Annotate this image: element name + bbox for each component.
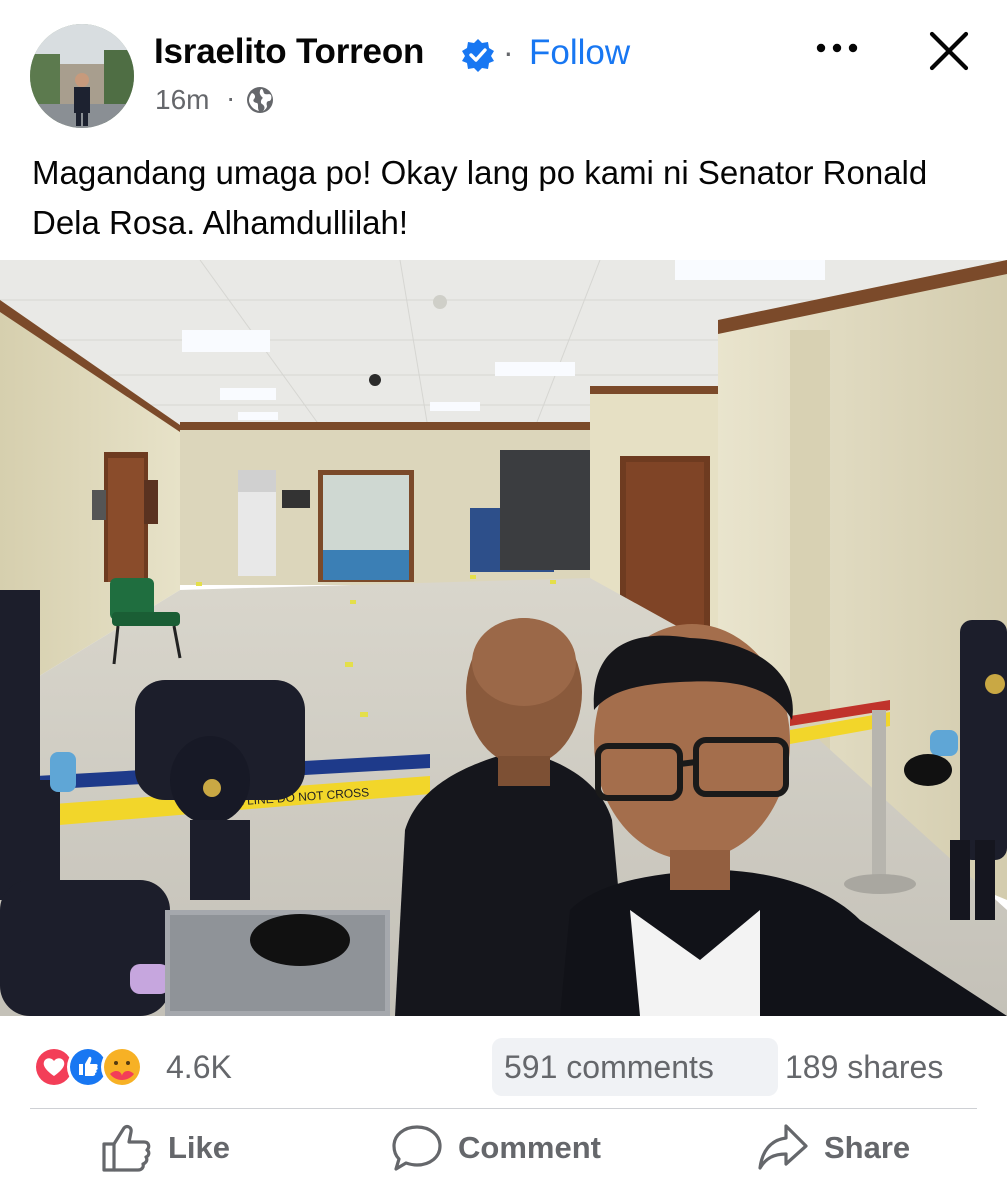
- post-header: Israelito Torreon · Follow 16m ·: [0, 0, 1007, 140]
- post-caption: Magandang umaga po! Okay lang po kami ni…: [32, 154, 928, 241]
- like-icon: [102, 1125, 151, 1172]
- comment-icon: [392, 1125, 442, 1171]
- author-name[interactable]: Israelito Torreon: [154, 32, 424, 72]
- shares-count[interactable]: 189 shares: [785, 1049, 943, 1086]
- share-label: Share: [824, 1130, 911, 1165]
- share-icon: [758, 1124, 808, 1170]
- share-button[interactable]: Share: [756, 1118, 936, 1178]
- post-photo[interactable]: POLICE LINE DO NOT CROSS: [0, 260, 1007, 1016]
- stats-divider: [30, 1108, 977, 1109]
- comments-count[interactable]: 591 comments: [504, 1049, 714, 1086]
- globe-icon: [247, 87, 273, 113]
- follow-button[interactable]: Follow: [529, 33, 630, 73]
- time-separator: ·: [226, 82, 236, 113]
- post-time[interactable]: 16m: [155, 84, 209, 116]
- comment-label: Comment: [458, 1130, 601, 1165]
- like-label: Like: [168, 1130, 231, 1165]
- more-options-icon[interactable]: [814, 38, 860, 58]
- verified-badge-icon: [462, 39, 494, 72]
- like-button[interactable]: Like: [100, 1118, 250, 1178]
- author-avatar[interactable]: [30, 24, 134, 128]
- close-icon[interactable]: [928, 30, 970, 72]
- comment-button[interactable]: Comment: [390, 1118, 630, 1178]
- reaction-count[interactable]: 4.6K: [166, 1049, 232, 1086]
- header-separator: ·: [503, 34, 514, 70]
- reactions-summary[interactable]: [30, 1042, 160, 1092]
